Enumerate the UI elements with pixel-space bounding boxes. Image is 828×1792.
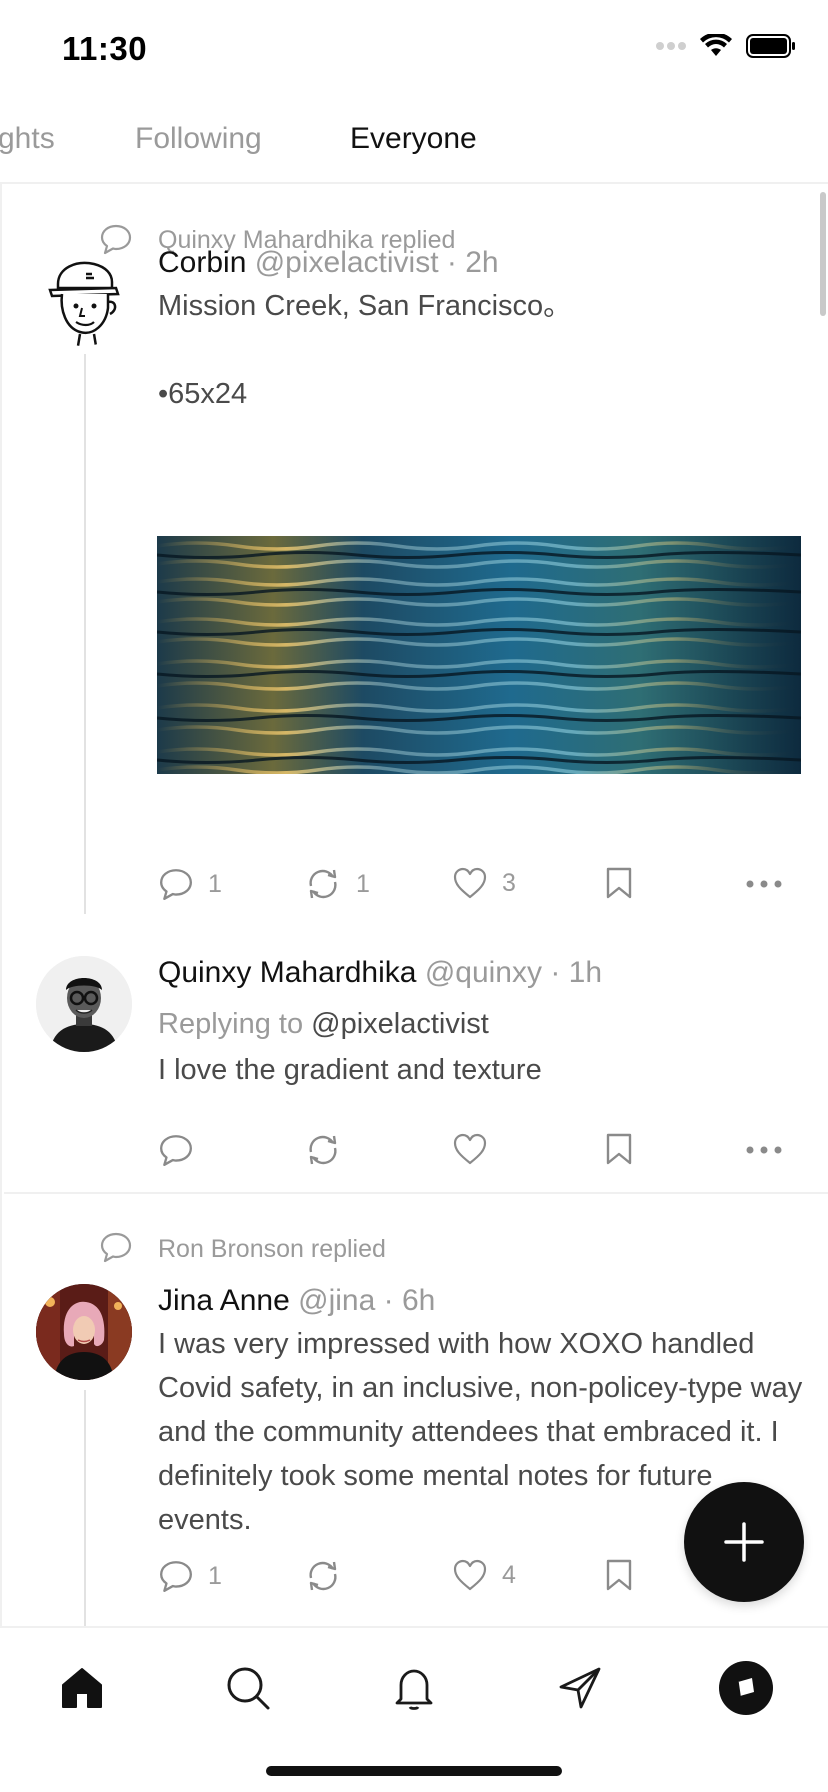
heart-icon	[453, 1559, 487, 1591]
more-options-button[interactable]	[746, 1146, 782, 1154]
post-actions	[158, 1132, 798, 1172]
status-icons	[656, 34, 796, 58]
water-photo	[157, 536, 801, 774]
plus-icon	[724, 1522, 764, 1562]
replying-to-mention[interactable]: @pixelactivist	[311, 1008, 489, 1040]
signal-dots-icon	[656, 42, 686, 50]
avatar[interactable]	[36, 1284, 132, 1380]
like-button[interactable]	[452, 1132, 488, 1166]
post-text-line: •65x24	[158, 378, 248, 410]
post-header: Corbin @pixelactivist · 2h	[158, 246, 499, 280]
feed[interactable]: Quinxy Mahardhika replied Corbin @pixela…	[0, 184, 828, 1626]
like-count: 3	[502, 868, 516, 897]
reply-button[interactable]: 1	[158, 866, 222, 902]
author-handle[interactable]: @pixelactivist · 2h	[255, 246, 499, 279]
author-name[interactable]: Corbin	[158, 246, 246, 279]
heart-icon	[453, 867, 487, 899]
scrollbar[interactable]	[820, 192, 826, 316]
thread-line	[84, 354, 86, 914]
repost-button[interactable]: 1	[304, 866, 370, 902]
tab-following[interactable]: Following	[135, 122, 262, 156]
compose-button[interactable]	[684, 1482, 804, 1602]
author-name[interactable]: Quinxy Mahardhika	[158, 956, 416, 989]
row-divider	[4, 1192, 828, 1194]
status-time: 11:30	[62, 30, 148, 67]
reply-icon	[100, 224, 132, 255]
feed-tabs: ghts Following Everyone	[0, 104, 828, 182]
nav-messages[interactable]	[550, 1658, 610, 1718]
replying-to: Replying to @pixelactivist	[158, 1008, 489, 1041]
post-text-line: Mission Creek, San Francisco。	[158, 290, 573, 322]
wifi-icon	[700, 34, 732, 56]
repost-icon	[309, 1561, 337, 1591]
repost-count: 1	[356, 869, 370, 898]
post-image[interactable]	[157, 536, 801, 774]
avatar[interactable]	[36, 956, 132, 1052]
comment-icon	[160, 869, 192, 900]
repost-button[interactable]	[304, 1558, 342, 1594]
avatar-photo	[36, 956, 132, 1052]
more-options-button[interactable]	[746, 880, 782, 888]
reply-icon	[100, 1232, 132, 1263]
heart-icon	[453, 1133, 487, 1165]
post-header: Jina Anne @jina · 6h	[158, 1284, 435, 1318]
bookmark-icon	[606, 1559, 632, 1591]
reply-button[interactable]	[158, 1132, 194, 1168]
bookmark-icon	[606, 867, 632, 899]
repost-button[interactable]	[304, 1132, 342, 1168]
author-handle[interactable]: @jina · 6h	[298, 1284, 435, 1317]
replying-to-label: Replying to	[158, 1008, 304, 1040]
status-bar: 11:30	[0, 0, 828, 100]
tab-everyone[interactable]: Everyone	[350, 122, 477, 156]
avatar[interactable]	[36, 250, 132, 346]
nav-profile[interactable]	[716, 1658, 776, 1718]
battery-icon	[746, 34, 795, 58]
reply-context: Ron Bronson replied	[158, 1235, 386, 1263]
more-icon	[746, 880, 782, 888]
home-icon	[62, 1668, 102, 1708]
send-icon	[559, 1667, 601, 1709]
reply-count: 1	[208, 869, 222, 898]
author-name[interactable]: Jina Anne	[158, 1284, 290, 1317]
post-actions: 1 1 3	[158, 866, 798, 906]
bell-icon	[395, 1669, 433, 1710]
like-button[interactable]: 3	[452, 866, 516, 900]
reply-count: 1	[208, 1561, 222, 1590]
search-icon	[227, 1667, 270, 1710]
like-button[interactable]: 4	[452, 1558, 516, 1592]
author-handle[interactable]: @quinxy · 1h	[425, 956, 602, 989]
comment-icon	[160, 1135, 192, 1166]
bookmark-button[interactable]	[604, 1132, 634, 1166]
avatar-illustration-icon	[48, 261, 120, 346]
bookmark-button[interactable]	[604, 866, 634, 900]
reply-button[interactable]: 1	[158, 1558, 222, 1594]
post-header: Quinxy Mahardhika @quinxy · 1h	[158, 956, 602, 990]
avatar-photo	[36, 1284, 132, 1380]
nav-notifications[interactable]	[384, 1658, 444, 1718]
like-count: 4	[502, 1560, 516, 1589]
profile-icon	[719, 1661, 773, 1715]
more-icon	[746, 1146, 782, 1154]
post-text: I love the gradient and texture	[158, 1054, 542, 1086]
repost-icon	[309, 869, 337, 899]
thread-line	[84, 1390, 86, 1626]
home-indicator	[266, 1766, 562, 1776]
comment-icon	[160, 1561, 192, 1592]
bookmark-button[interactable]	[604, 1558, 634, 1592]
tab-highlights[interactable]: ghts	[0, 122, 55, 156]
nav-search[interactable]	[218, 1658, 278, 1718]
bookmark-icon	[606, 1133, 632, 1165]
repost-icon	[309, 1135, 337, 1165]
nav-home[interactable]	[52, 1658, 112, 1718]
